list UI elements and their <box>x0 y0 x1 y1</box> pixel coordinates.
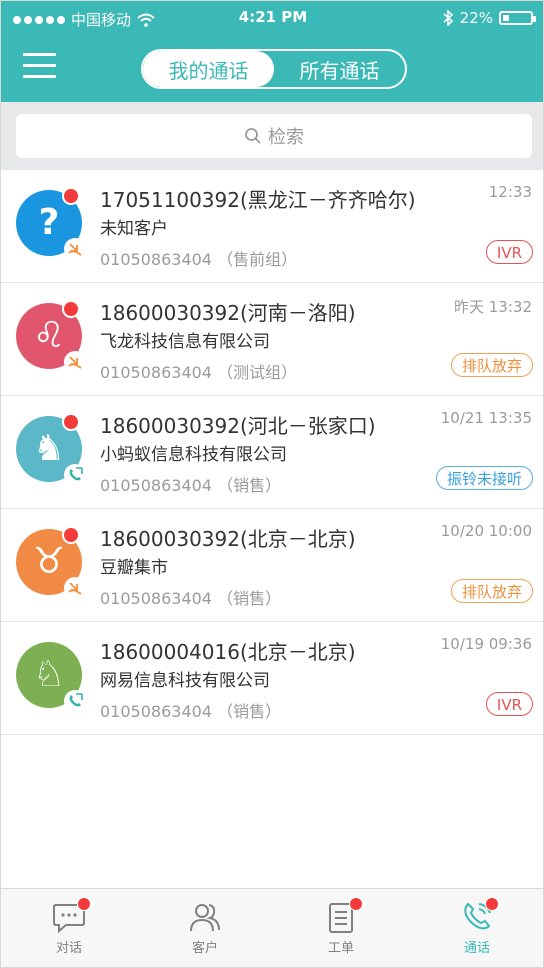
caller-company: 豆瓣集市 <box>100 558 168 578</box>
call-row[interactable]: ♘ 18600004016(北京－北京) 网易信息科技有限公司 01050863404… <box>1 622 543 735</box>
call-status-badge: 振铃未接听 <box>435 466 533 490</box>
animal-icon: ♉ <box>16 526 86 599</box>
menu-line <box>23 53 56 56</box>
call-time: 12:33 <box>488 183 532 201</box>
caller-phone: 18600004016(北京－北京) <box>100 640 356 664</box>
tab-label: 客户 <box>191 941 218 956</box>
call-row[interactable]: ? 17051100392(黑龙江－齐齐哈尔) 未知客户 01050863404 （售… <box>1 170 543 283</box>
segment-all-calls[interactable]: 所有通话 <box>274 51 405 87</box>
menu-line <box>23 75 56 78</box>
call-time: 10/21 13:35 <box>440 409 532 427</box>
unread-dot <box>62 187 80 205</box>
avatar-glyph: ♉ <box>32 541 66 582</box>
menu-line <box>23 64 56 67</box>
search-bar: 检索 <box>1 102 543 170</box>
unread-dot <box>62 300 80 318</box>
caller-phone: 18600030392(河南－洛阳) <box>100 301 356 325</box>
caller-company: 未知客户 <box>100 219 168 239</box>
menu-button[interactable] <box>23 53 56 79</box>
search-icon <box>245 128 261 144</box>
question-icon: ? <box>16 187 86 260</box>
avatar-glyph: ♘ <box>32 654 66 695</box>
tab-customers[interactable]: 客户 <box>137 889 273 967</box>
bluetooth-icon <box>443 10 453 26</box>
call-status-badge: 排队放弃 <box>450 579 533 603</box>
customers-icon <box>190 904 220 932</box>
battery-icon <box>499 11 536 25</box>
search-placeholder: 检索 <box>268 127 304 148</box>
caller-phone: 17051100392(黑龙江－齐齐哈尔) <box>100 188 416 212</box>
incoming-call-icon <box>64 690 86 712</box>
lion-icon: ♌ <box>16 300 86 373</box>
call-time: 10/20 10:00 <box>440 522 532 540</box>
horse-icon: ♘ <box>16 642 86 712</box>
tab-bar: 对话 客户 工单 通话 <box>1 888 543 967</box>
extension-group: 01050863404 （测试组） <box>100 363 298 382</box>
caller-company: 小蚂蚁信息科技有限公司 <box>100 445 287 465</box>
call-scope-segmented-control: 我的通话 所有通话 <box>141 49 407 89</box>
header: 中国移动 4:21 PM 22% 我的通话 所有通话 <box>1 1 543 102</box>
missed-call-icon <box>64 238 86 260</box>
caller-company: 飞龙科技信息有限公司 <box>100 332 270 352</box>
status-right: 22% <box>442 9 536 27</box>
avatar-glyph: ♌ <box>32 315 66 356</box>
tab-phone[interactable]: 通话 <box>409 889 543 967</box>
call-status-badge: IVR <box>485 692 533 716</box>
caller-phone: 18600030392(河北－张家口) <box>100 414 376 438</box>
call-status-badge: IVR <box>485 240 533 264</box>
notification-dot <box>349 897 363 911</box>
call-status-badge: 排队放弃 <box>450 353 533 377</box>
tab-label: 通话 <box>463 941 490 956</box>
battery-fill <box>503 15 509 21</box>
notification-dot <box>77 897 91 911</box>
tab-chat[interactable]: 对话 <box>1 889 137 967</box>
deer-icon: ♞ <box>16 413 86 486</box>
extension-group: 01050863404 （销售） <box>100 476 282 495</box>
missed-call-icon <box>64 351 86 373</box>
extension-group: 01050863404 （售前组） <box>100 250 298 269</box>
unread-dot <box>62 526 80 544</box>
call-row[interactable]: ♞ 18600030392(河北－张家口) 小蚂蚁信息科技有限公司 010508634… <box>1 396 543 509</box>
notification-dot <box>485 897 499 911</box>
avatar-glyph: ? <box>38 202 60 243</box>
battery-percent: 22% <box>459 9 493 27</box>
app-screen: 中国移动 4:21 PM 22% 我的通话 所有通话 检索 ? 17051100… <box>0 0 544 968</box>
extension-group: 01050863404 （销售） <box>100 589 282 608</box>
call-row[interactable]: ♉ 18600030392(北京－北京) 豆瓣集市 01050863404 （销售） 1… <box>1 509 543 622</box>
avatar-glyph: ♞ <box>32 428 66 469</box>
tab-ticket[interactable]: 工单 <box>273 889 409 967</box>
tab-label: 对话 <box>55 941 82 956</box>
unread-dot <box>62 413 80 431</box>
status-bar: 中国移动 4:21 PM 22% <box>1 1 543 35</box>
call-list: ? 17051100392(黑龙江－齐齐哈尔) 未知客户 01050863404 （售… <box>1 170 543 735</box>
missed-call-icon <box>64 577 86 599</box>
search-input[interactable]: 检索 <box>16 114 532 158</box>
caller-company: 网易信息科技有限公司 <box>100 671 270 691</box>
call-row[interactable]: ♌ 18600030392(河南－洛阳) 飞龙科技信息有限公司 01050863404… <box>1 283 543 396</box>
tab-label: 工单 <box>327 941 354 956</box>
caller-phone: 18600030392(北京－北京) <box>100 527 356 551</box>
call-time: 10/19 09:36 <box>440 635 532 653</box>
incoming-call-icon <box>64 464 86 486</box>
call-time: 昨天 13:32 <box>454 298 532 316</box>
extension-group: 01050863404 （销售） <box>100 702 282 721</box>
segment-my-calls[interactable]: 我的通话 <box>143 51 274 87</box>
